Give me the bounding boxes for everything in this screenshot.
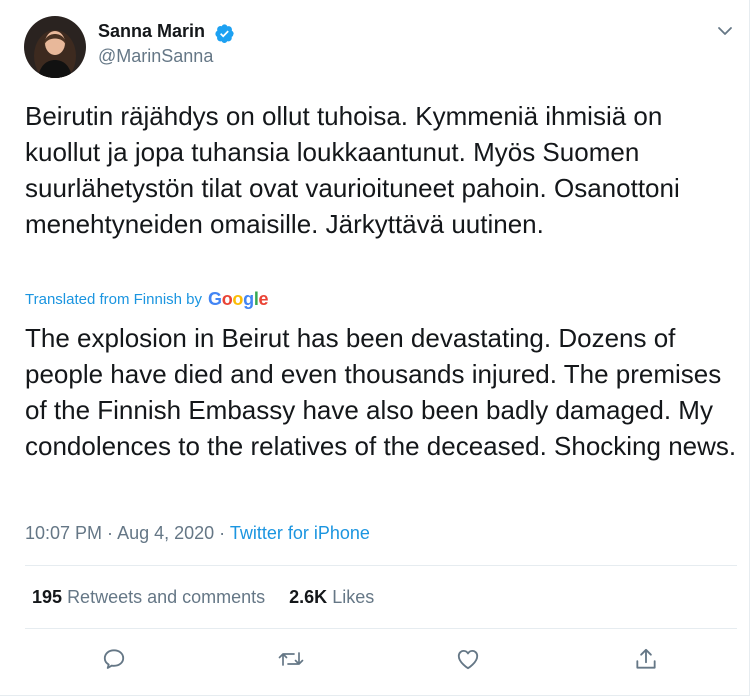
share-icon[interactable]: [633, 646, 659, 672]
author-handle[interactable]: @MarinSanna: [98, 46, 213, 67]
google-logo-letter: G: [208, 289, 222, 309]
tweet-date[interactable]: Aug 4, 2020: [117, 523, 214, 543]
tweet-source-link[interactable]: Twitter for iPhone: [230, 523, 370, 543]
tweet-stats: 195 Retweets and comments 2.6K Likes: [32, 587, 374, 608]
translation-attribution[interactable]: Translated from Finnish by Google: [25, 289, 269, 310]
meta-separator: ·: [214, 523, 230, 543]
tweet-card: Sanna Marin @MarinSanna Beirutin räjähdy…: [0, 0, 750, 696]
likes-count: 2.6K: [289, 587, 328, 607]
retweets-label: Retweets and comments: [67, 587, 266, 607]
tweet-original-text: Beirutin räjähdys on ollut tuhoisa. Kymm…: [25, 101, 680, 239]
like-icon[interactable]: [455, 646, 481, 672]
divider: [25, 628, 737, 629]
translated-by-label: Translated from Finnish by: [25, 291, 203, 308]
divider: [25, 565, 737, 566]
likes-label: Likes: [332, 587, 375, 607]
chevron-down-icon[interactable]: [716, 24, 734, 38]
reply-icon[interactable]: [101, 646, 127, 672]
retweet-icon[interactable]: [277, 646, 304, 672]
google-logo-letter: o: [232, 289, 244, 309]
retweets-count: 195: [32, 587, 63, 607]
retweets-stat[interactable]: 195 Retweets and comments: [32, 587, 265, 608]
tweet-time[interactable]: 10:07 PM: [25, 523, 102, 543]
meta-separator: ·: [102, 523, 118, 543]
google-logo-letter: e: [258, 289, 269, 309]
tweet-meta: 10:07 PM · Aug 4, 2020 · Twitter for iPh…: [25, 523, 370, 544]
google-logo: Google: [208, 289, 269, 310]
author-name[interactable]: Sanna Marin: [98, 21, 205, 42]
avatar[interactable]: [24, 16, 86, 78]
avatar-photo: [24, 16, 86, 78]
google-logo-letter: g: [243, 289, 254, 309]
google-logo-letter: o: [221, 289, 233, 309]
tweet-translated-text: The explosion in Beirut has been devasta…: [25, 323, 737, 461]
likes-stat[interactable]: 2.6K Likes: [289, 587, 374, 608]
verified-badge-icon: [214, 23, 235, 44]
